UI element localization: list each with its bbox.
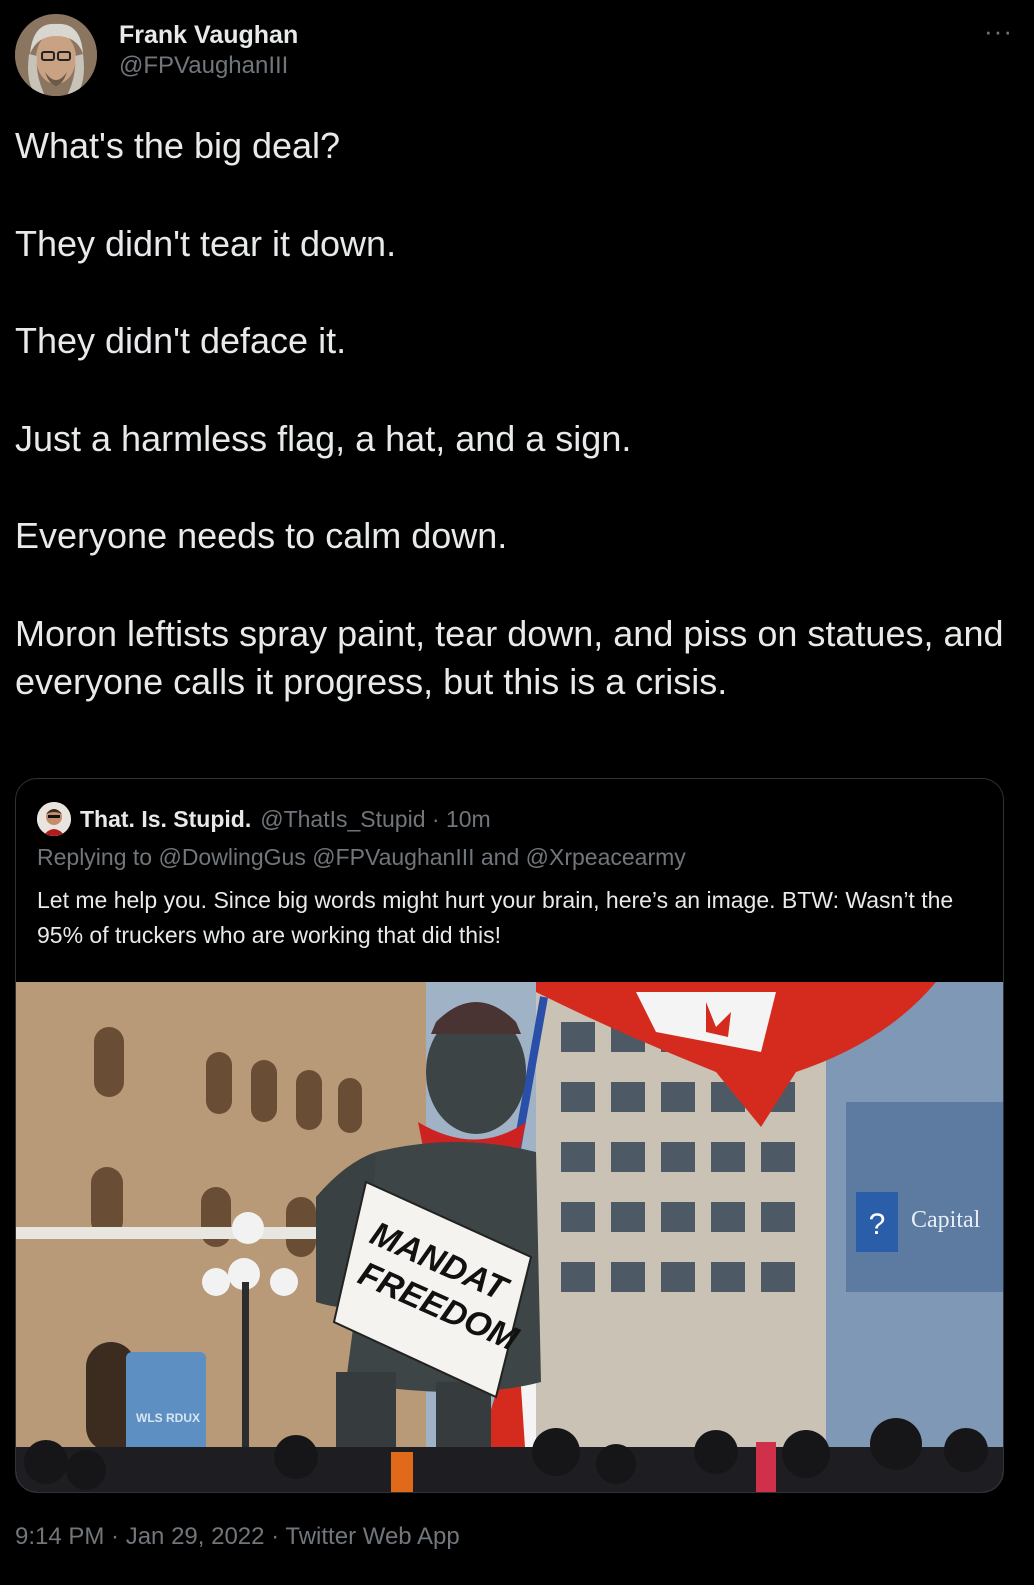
tweet-body: What's the big deal? They didn't tear it… — [15, 122, 1005, 707]
statue-protest-photo: ? Capital WLS RDUX MANDAT FREEDOM — [16, 982, 1003, 1492]
replying-and-label: and — [480, 844, 520, 870]
tweet-paragraph: They didn't tear it down. — [15, 222, 397, 264]
tweet-paragraph: They didn't deface it. — [15, 320, 347, 361]
tweet-paragraph: Just a harmless flag, a hat, and a sign. — [15, 417, 632, 459]
svg-text:?: ? — [869, 1208, 886, 1241]
tweet-paragraph: Moron leftists spray paint, tear down, a… — [15, 612, 1004, 703]
avatar-photo-icon — [15, 14, 97, 96]
quoted-author-name[interactable]: That. Is. Stupid. — [80, 806, 251, 833]
tweet-paragraph: Everyone needs to calm down. — [15, 515, 508, 556]
building-sign-text: Capital — [911, 1207, 981, 1233]
tweet-header: Frank Vaughan @FPVaughanIII ··· — [15, 14, 1015, 96]
quoted-tweet-card[interactable]: That. Is. Stupid. @ThatIs_Stupid · 10m R… — [15, 778, 1004, 1493]
reply-mention-link[interactable]: @DowlingGus — [158, 844, 305, 870]
author-handle[interactable]: @FPVaughanIII — [119, 50, 298, 82]
author-avatar[interactable] — [15, 14, 97, 96]
quoted-author-handle-time[interactable]: @ThatIs_Stupid · 10m — [260, 806, 490, 833]
author-info: Frank Vaughan @FPVaughanIII — [119, 20, 298, 82]
reply-mention-link[interactable]: @FPVaughanIII — [312, 844, 474, 870]
quoted-tweet-text: Let me help you. Since big words might h… — [37, 887, 954, 948]
reply-mention-link[interactable]: @Xrpeacearmy — [526, 844, 686, 870]
tweet-paragraph: What's the big deal? — [15, 125, 341, 166]
tweet-meta[interactable]: 9:14 PM · Jan 29, 2022 · Twitter Web App — [15, 1523, 460, 1551]
replying-to-line: Replying to @DowlingGus @FPVaughanIII an… — [37, 844, 686, 871]
replying-to-label: Replying to — [37, 844, 153, 870]
quoted-tweet-header: That. Is. Stupid. @ThatIs_Stupid · 10m — [37, 801, 491, 837]
kiosk-text: WLS RDUX — [136, 1411, 200, 1425]
quoted-author-avatar[interactable] — [37, 802, 71, 836]
avatar-photo-icon — [37, 802, 71, 836]
quoted-tweet-image[interactable]: ? Capital WLS RDUX MANDAT FREEDOM — [16, 982, 1003, 1492]
more-options-icon[interactable]: ··· — [984, 16, 1013, 47]
author-name[interactable]: Frank Vaughan — [119, 20, 298, 50]
